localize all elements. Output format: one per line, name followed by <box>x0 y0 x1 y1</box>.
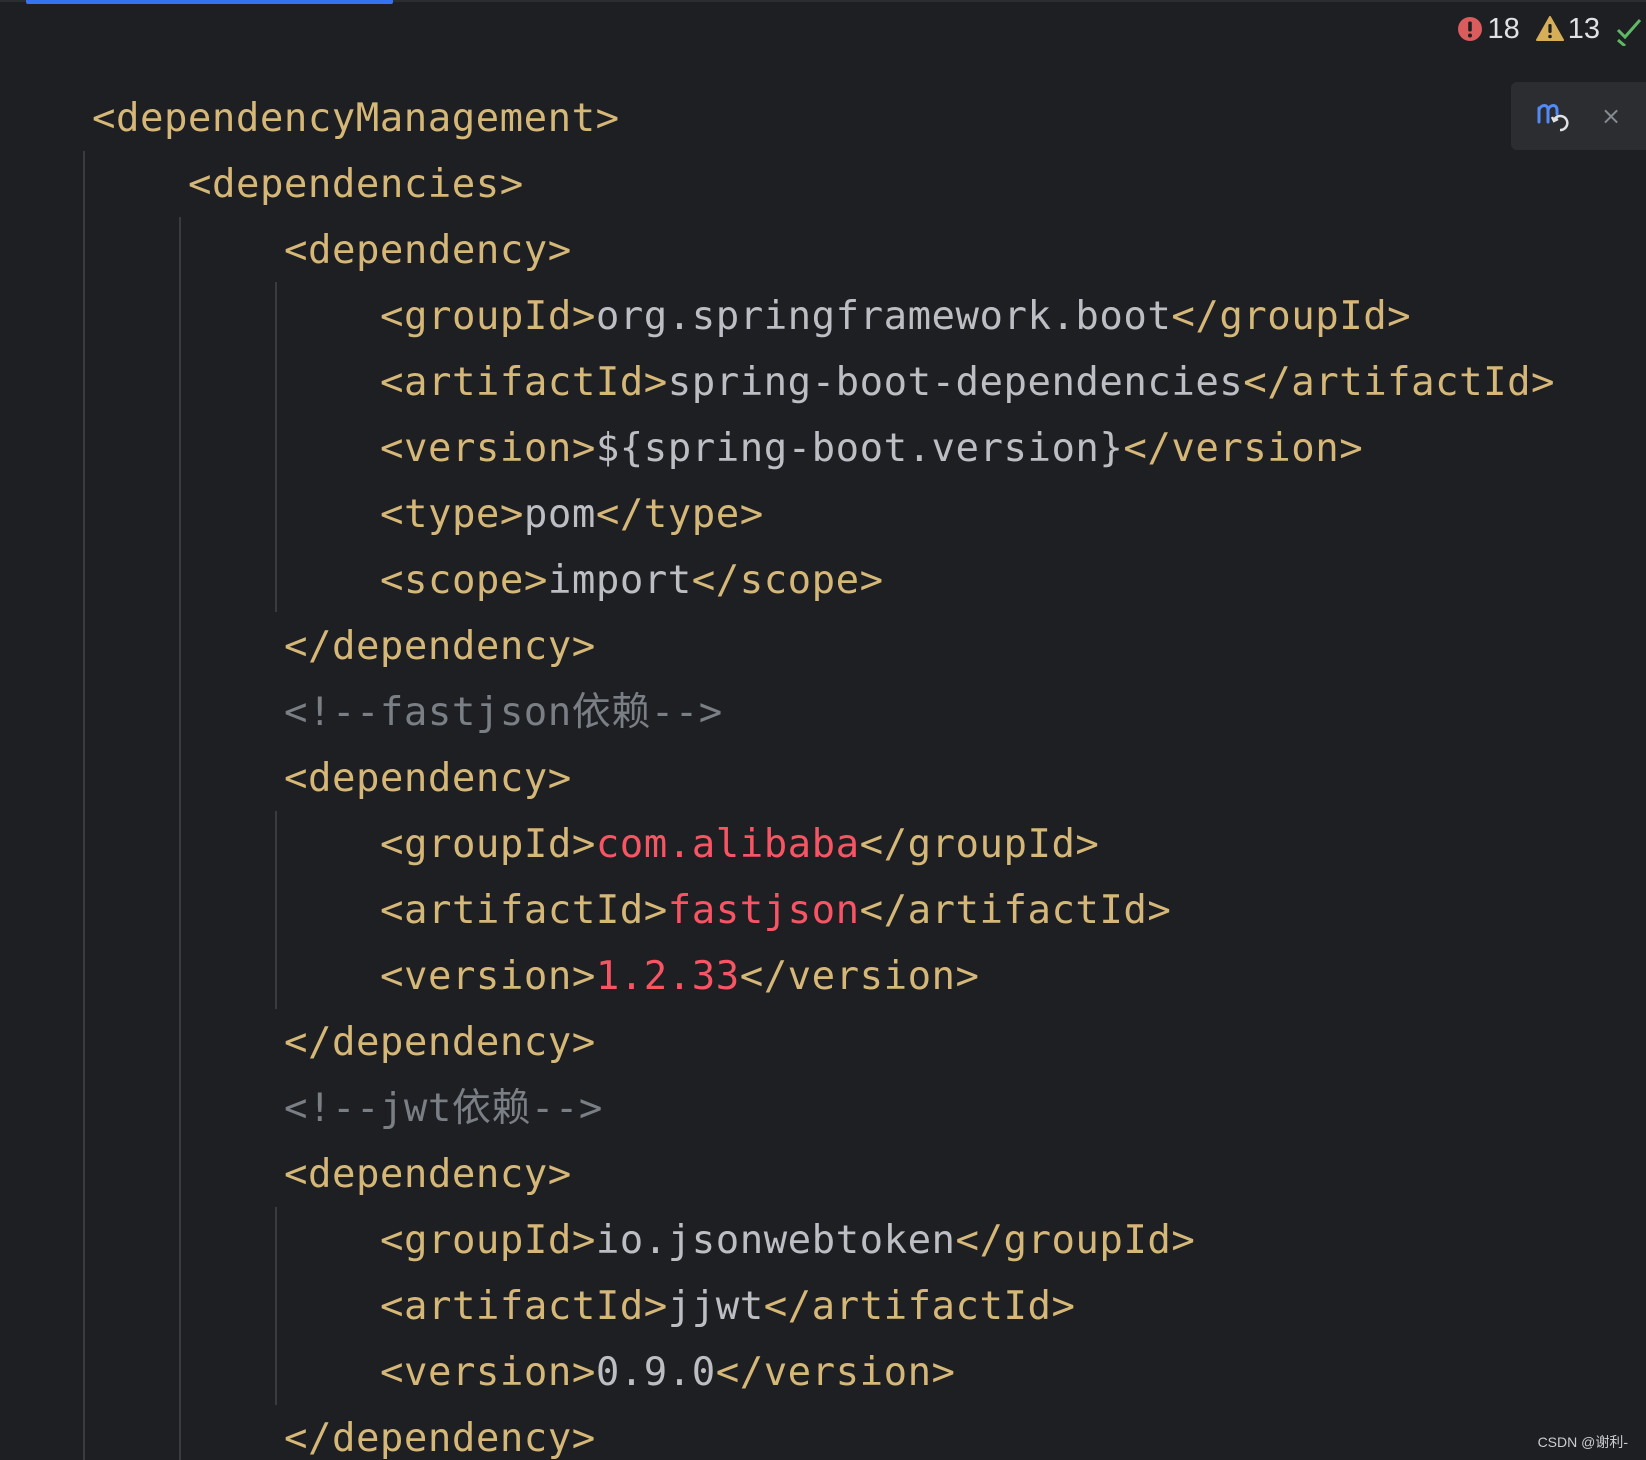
xml-tag: <dependencyManagement> <box>92 96 620 141</box>
xml-value: 1.2.33 <box>595 954 740 999</box>
xml-value: import <box>547 558 692 603</box>
xml-tag: </groupId> <box>859 822 1100 867</box>
xml-tag: <groupId> <box>380 822 596 867</box>
xml-tag: </version> <box>1123 426 1364 471</box>
xml-tag: <dependency> <box>284 1152 572 1197</box>
xml-tag: <dependency> <box>284 228 572 273</box>
xml-tag: <artifactId> <box>380 888 668 933</box>
xml-tag: </artifactId> <box>859 888 1172 933</box>
xml-tag: </dependency> <box>284 1416 596 1460</box>
xml-tag: </version> <box>715 1350 956 1395</box>
code-line[interactable]: <scope>import</scope> <box>0 548 1646 614</box>
xml-tag: </artifactId> <box>1243 360 1556 405</box>
code-line[interactable]: </dependency> <box>0 1010 1646 1076</box>
xml-tag: </scope> <box>691 558 884 603</box>
xml-tag: <type> <box>380 492 524 537</box>
xml-tag: <dependency> <box>284 756 572 801</box>
xml-tag: <version> <box>380 426 596 471</box>
xml-tag: <artifactId> <box>380 1284 668 1329</box>
code-line[interactable]: </dependency> <box>0 1406 1646 1460</box>
code-line[interactable]: </dependency> <box>0 614 1646 680</box>
code-editor[interactable]: 18 13 × <dependencyManagement> <dependen… <box>0 0 1646 1460</box>
indent-guide <box>275 282 277 612</box>
code-line[interactable]: <type>pom</type> <box>0 482 1646 548</box>
xml-value: ${spring-boot.version} <box>595 426 1124 471</box>
xml-tag: </dependency> <box>284 624 596 669</box>
xml-tag: </version> <box>739 954 980 999</box>
code-line[interactable]: <version>1.2.33</version> <box>0 944 1646 1010</box>
xml-value: fastjson <box>667 888 860 933</box>
code-line[interactable]: <artifactId>spring-boot-dependencies</ar… <box>0 350 1646 416</box>
xml-value: jjwt <box>667 1284 764 1329</box>
xml-value: org.springframework.boot <box>595 294 1172 339</box>
code-line[interactable]: <artifactId>jjwt</artifactId> <box>0 1274 1646 1340</box>
warning-icon <box>1535 16 1564 41</box>
code-line[interactable]: <dependencyManagement> <box>0 86 1646 152</box>
code-line[interactable]: <groupId>io.jsonwebtoken</groupId> <box>0 1208 1646 1274</box>
warning-count[interactable]: 13 <box>1535 12 1600 46</box>
code-line[interactable]: <!--jwt依赖--> <box>0 1076 1646 1142</box>
error-count-label: 18 <box>1487 12 1520 45</box>
watermark: CSDN @谢利- <box>1537 1434 1628 1450</box>
code-line[interactable]: <dependency> <box>0 746 1646 812</box>
code-line[interactable]: <artifactId>fastjson</artifactId> <box>0 878 1646 944</box>
code-line[interactable]: <groupId>com.alibaba</groupId> <box>0 812 1646 878</box>
code-line[interactable]: <dependency> <box>0 1142 1646 1208</box>
error-count[interactable]: 18 <box>1457 12 1520 46</box>
code-line[interactable]: <!--fastjson依赖--> <box>0 680 1646 746</box>
code-line[interactable]: <groupId>org.springframework.boot</group… <box>0 284 1646 350</box>
xml-value: com.alibaba <box>595 822 860 867</box>
inspection-widget[interactable]: 18 13 <box>1457 12 1646 46</box>
xml-tag: </type> <box>595 492 764 537</box>
xml-tag: <groupId> <box>380 294 596 339</box>
xml-value: spring-boot-dependencies <box>667 360 1244 405</box>
xml-tag: <version> <box>380 1350 596 1395</box>
xml-value: io.jsonwebtoken <box>595 1218 956 1263</box>
xml-tag: <artifactId> <box>380 360 668 405</box>
code-line[interactable]: <version>${spring-boot.version}</version… <box>0 416 1646 482</box>
xml-tag: </groupId> <box>955 1218 1196 1263</box>
double-check-icon <box>1616 19 1642 46</box>
indent-guide <box>179 217 181 1460</box>
xml-value: 0.9.0 <box>595 1350 716 1395</box>
code-line[interactable]: <dependencies> <box>0 152 1646 218</box>
indent-guide <box>83 151 85 1460</box>
code-area[interactable]: <dependencyManagement> <dependencies> <dep… <box>0 86 1646 1460</box>
code-comment: <!--fastjson依赖--> <box>284 690 723 735</box>
warning-count-label: 13 <box>1567 12 1600 45</box>
xml-tag: </artifactId> <box>763 1284 1076 1329</box>
xml-tag: </dependency> <box>284 1020 596 1065</box>
code-line[interactable]: <dependency> <box>0 218 1646 284</box>
weak-warnings[interactable] <box>1616 12 1646 46</box>
xml-tag: </groupId> <box>1171 294 1412 339</box>
xml-tag: <version> <box>380 954 596 999</box>
xml-tag: <groupId> <box>380 1218 596 1263</box>
xml-value: pom <box>523 492 596 537</box>
xml-tag: <dependencies> <box>188 162 524 207</box>
indent-guide <box>275 1207 277 1405</box>
indent-guide <box>275 811 277 1009</box>
code-line[interactable]: <version>0.9.0</version> <box>0 1340 1646 1406</box>
error-icon <box>1458 17 1483 41</box>
xml-tag: <scope> <box>380 558 548 603</box>
code-comment: <!--jwt依赖--> <box>284 1086 603 1131</box>
active-tab-indicator <box>26 0 393 4</box>
